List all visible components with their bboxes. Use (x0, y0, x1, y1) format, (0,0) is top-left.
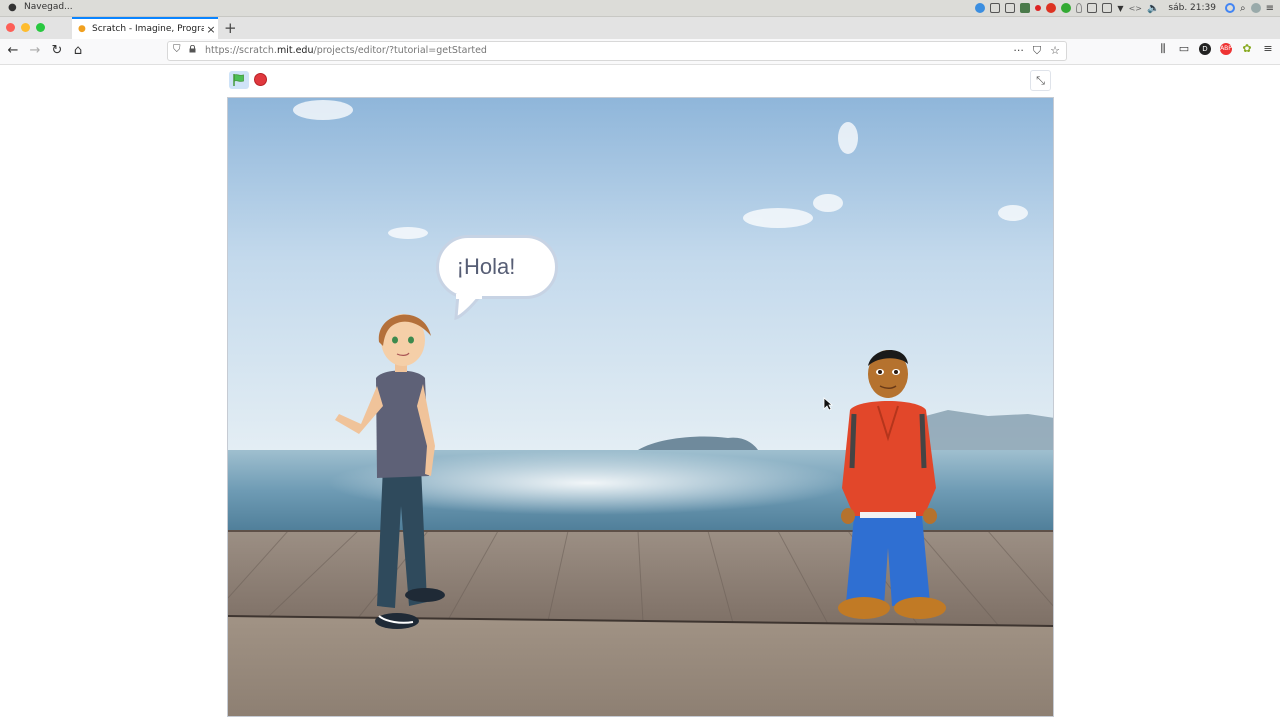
clock[interactable]: sáb. 21:39 (1168, 3, 1216, 13)
close-tab-icon[interactable]: × (204, 23, 218, 36)
bookmark-star-icon[interactable]: ☆ (1050, 44, 1060, 58)
toolbar-extensions: ⫼ ▭ D ABP ✿ ≡ (1157, 43, 1274, 55)
navigation-bar: ← → ↻ ⌂ ⛉ https://scratch.mit.edu/projec… (0, 39, 1280, 65)
search-icon[interactable]: ⌕ (1240, 3, 1246, 14)
record-icon[interactable] (1035, 5, 1042, 11)
minimize-window-icon[interactable] (21, 23, 30, 32)
tab-scratch[interactable]: ● Scratch - Imagine, Program × (72, 17, 218, 39)
sprite-avery[interactable] (331, 306, 451, 636)
close-window-icon[interactable] (6, 23, 15, 32)
image-icon[interactable] (1020, 3, 1031, 13)
google-icon[interactable] (1225, 3, 1235, 13)
url-bar[interactable]: ⛉ https://scratch.mit.edu/projects/edito… (167, 41, 1067, 61)
stage-controls: ⤡ (0, 65, 1280, 96)
tab-strip: ● Scratch - Imagine, Program × + (0, 17, 1280, 39)
home-icon[interactable]: ⌂ (69, 42, 87, 60)
url-text[interactable]: https://scratch.mit.edu/projects/editor/… (205, 45, 487, 56)
library-icon[interactable]: ⫼ (1157, 43, 1169, 55)
extension-icon[interactable]: ✿ (1241, 43, 1253, 55)
back-icon[interactable]: ← (4, 42, 22, 60)
speech-bubble-tail (454, 294, 482, 321)
user-icon[interactable] (1250, 3, 1261, 13)
pocket-icon[interactable]: ⛉ (1033, 44, 1041, 58)
apple-icon[interactable]: ● (8, 2, 17, 13)
bulb-icon[interactable] (1076, 3, 1083, 13)
reload-icon[interactable]: ↻ (48, 42, 66, 60)
screen-icon[interactable] (1087, 3, 1098, 13)
dropbox-icon[interactable] (1005, 3, 1016, 13)
green-flag-icon[interactable] (229, 71, 249, 89)
system-tray: ▼ <> 🔈 sáb. 21:39 ⌕ ≡ (975, 1, 1274, 15)
tab-title: Scratch - Imagine, Program (92, 24, 204, 34)
lock-icon[interactable] (189, 45, 196, 53)
forward-icon[interactable]: → (26, 42, 44, 60)
check-icon[interactable] (1061, 3, 1072, 13)
os-menubar: ● Navegad... ▼ <> 🔈 sáb. 21:39 ⌕ ≡ (0, 0, 1280, 17)
extension-icon[interactable]: D (1199, 43, 1211, 55)
adblock-icon[interactable]: ABP (1220, 43, 1232, 55)
window-controls (6, 23, 45, 32)
sidebar-icon[interactable]: ▭ (1178, 43, 1190, 55)
code-icon[interactable]: <> (1129, 4, 1142, 13)
hamburger-menu-icon[interactable]: ≡ (1262, 43, 1274, 55)
stage[interactable]: ¡Hola! (227, 97, 1054, 717)
maximize-window-icon[interactable] (36, 23, 45, 32)
volume-icon[interactable]: 🔈 (1147, 3, 1159, 14)
dropdown-icon[interactable]: ▼ (1117, 4, 1123, 13)
shield-icon[interactable]: ⛉ (173, 44, 181, 55)
active-app-name[interactable]: Navegad... (24, 2, 73, 12)
mouse-cursor-icon (823, 397, 833, 411)
scratch-favicon-icon: ● (78, 24, 86, 34)
window-icon[interactable] (1102, 3, 1113, 13)
sprite-jamal[interactable] (828, 348, 948, 628)
info-icon[interactable] (975, 3, 986, 13)
shrink-icon[interactable]: ⤡ (1030, 70, 1051, 91)
stop-icon[interactable] (254, 73, 267, 86)
speech-bubble: ¡Hola! (436, 235, 558, 299)
dropbox-icon[interactable] (990, 3, 1001, 13)
url-actions: ··· ⛉ ☆ (1013, 44, 1060, 58)
new-tab-button[interactable]: + (224, 19, 237, 37)
menu-icon[interactable]: ≡ (1266, 3, 1274, 14)
more-actions-icon[interactable]: ··· (1013, 44, 1024, 58)
gmail-icon[interactable] (1046, 3, 1057, 13)
